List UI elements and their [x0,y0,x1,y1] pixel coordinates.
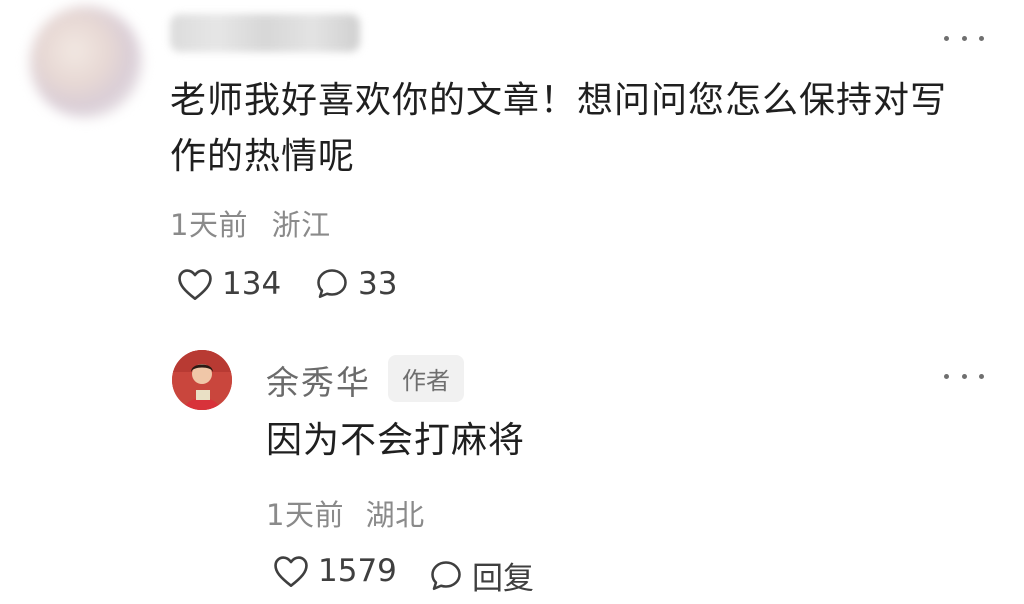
reply-like-count: 1579 [318,553,397,589]
reply-reply-button[interactable]: 回复 [428,553,534,598]
comment-reply-button[interactable]: 33 [314,266,397,302]
commenter-name-blurred[interactable] [170,14,360,52]
reply-more-button[interactable] [944,366,984,386]
comment-reply-count: 33 [358,266,398,302]
comment-like-count: 134 [222,266,282,302]
comment-meta: 1天前 浙江 [170,202,331,244]
comment-like-button[interactable]: 134 [176,266,281,302]
reply-location: 湖北 [365,498,425,532]
reply-like-button[interactable]: 1579 [272,553,397,589]
reply-text: 因为不会打麻将 [266,420,526,461]
author-name[interactable]: 余秀华 [266,356,371,404]
comment-bubble-icon [431,560,461,590]
comment-text-line1: 老师我好喜欢你的文章！想问问您怎么保持对写 [170,80,948,121]
heart-outline-icon [178,269,212,300]
reply-time: 1天前 [266,498,344,532]
author-avatar-image [172,350,232,410]
more-dots-icon [944,35,949,41]
comment-text-line2: 作的热情呢 [170,136,356,177]
commenter-avatar[interactable] [30,6,142,118]
comment-location: 浙江 [271,208,331,242]
reply-meta: 1天前 湖北 [266,492,425,534]
comment-more-button[interactable] [944,28,984,48]
comment-time: 1天前 [170,208,248,242]
reply-reply-label: 回复 [472,561,534,597]
comment-bubble-icon [317,269,347,299]
author-badge: 作者 [388,355,464,402]
comment-thread: 老师我好喜欢你的文章！想问问您怎么保持对写 作的热情呢 1天前 浙江 134 3… [0,0,1024,604]
heart-outline-icon [274,556,308,587]
author-avatar[interactable] [172,350,232,410]
more-dots-icon [944,373,949,379]
